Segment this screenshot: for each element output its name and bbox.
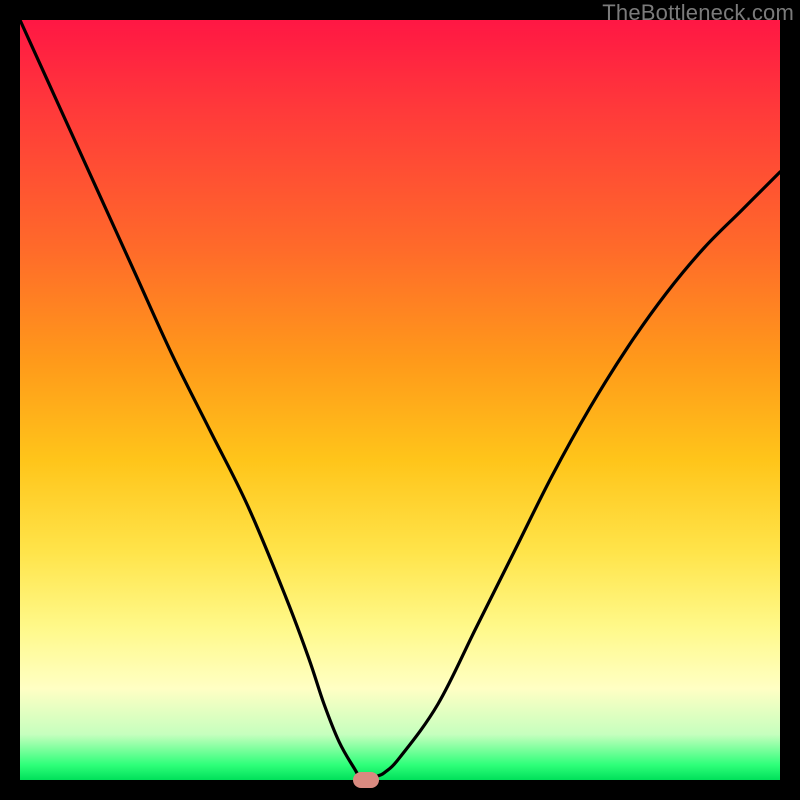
plot-area [20,20,780,780]
watermark-text: TheBottleneck.com [602,0,794,26]
minimum-marker [353,772,379,788]
bottleneck-curve [20,20,780,780]
chart-frame: TheBottleneck.com [0,0,800,800]
